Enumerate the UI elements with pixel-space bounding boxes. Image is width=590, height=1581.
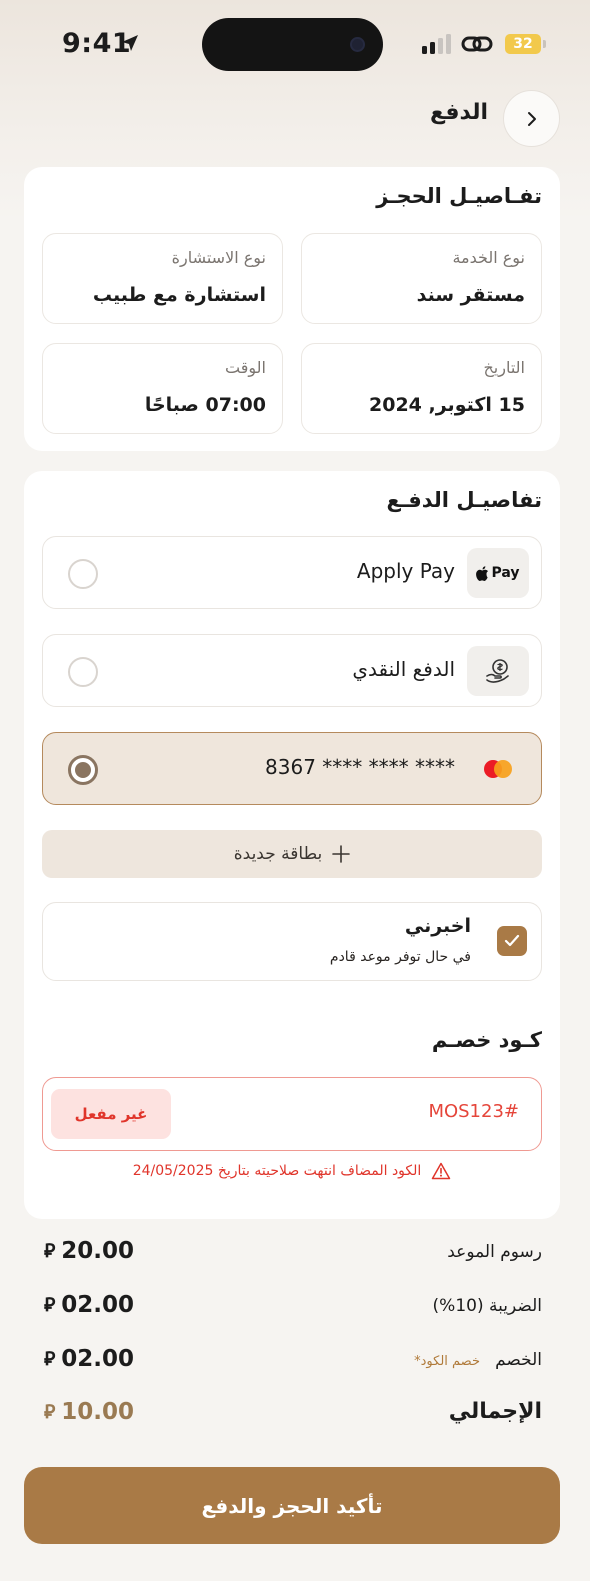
radio-unselected[interactable] (68, 657, 98, 687)
total-amount: 10.00 (61, 1399, 135, 1425)
payment-details-title: تفاصيـل الدفـع (386, 488, 542, 512)
total-value: ⃁ 10.00 (44, 1399, 134, 1425)
checkmark-icon (504, 934, 520, 947)
payment-option-label: Apply Pay (356, 559, 455, 583)
apple-pay-badge-text: Pay (491, 565, 520, 581)
promo-error-text: الكود المضاف انتهت صلاحيته بتاريخ 24/05/… (132, 1163, 422, 1179)
status-bar: 9:41 32 (0, 0, 590, 90)
payment-option-card[interactable]: 8367 **** **** **** (42, 732, 542, 805)
total-label: الإجمالي (448, 1399, 542, 1424)
appointment-fee-value: ⃁ 20.00 (44, 1238, 134, 1264)
radio-selected[interactable] (68, 755, 98, 785)
cellular-signal-icon (422, 34, 451, 54)
apple-logo-icon (476, 565, 489, 581)
riyal-icon: ⃁ (44, 1240, 56, 1262)
date-value: 15 اكتوبر, 2024 (369, 394, 525, 416)
battery-icon: 32 (505, 34, 546, 54)
promo-status-badge: غير مفعل (51, 1089, 171, 1139)
add-new-card-label: بطاقة جديدة (233, 844, 323, 864)
discount-note: خصم الكود* (414, 1354, 480, 1369)
apple-pay-icon: Pay (467, 548, 529, 598)
confirm-booking-payment-button[interactable]: تأكيد الحجز والدفع (24, 1467, 560, 1544)
service-type-label: نوع الخدمة (452, 248, 525, 267)
discount-label: الخصم (495, 1350, 542, 1370)
mastercard-logo-icon (484, 760, 512, 778)
notify-me-option[interactable]: اخبرني في حال توفر موعد قادم (42, 902, 542, 981)
chevron-right-icon (527, 111, 536, 126)
discount-row: الخصم خصم الكود* ⃁ 02.00 (44, 1346, 542, 1380)
discount-value: ⃁ 02.00 (44, 1346, 134, 1372)
booking-details-card: تفـاصيـل الحجـز نوع الخدمة مستقر سند نوع… (24, 167, 560, 451)
payment-details-card: تفاصيـل الدفـع Pay Apply Pay الدفع النقد… (24, 471, 560, 1219)
notify-checkbox[interactable] (497, 926, 527, 956)
promo-code-field[interactable]: MOS123# غير مفعل (42, 1077, 542, 1151)
date-label: التاريخ (483, 358, 525, 377)
consultation-type-box: نوع الاستشارة استشارة مع طبيب (42, 233, 283, 324)
service-type-box: نوع الخدمة مستقر سند (301, 233, 542, 324)
payment-option-cash[interactable]: الدفع النقدي (42, 634, 542, 707)
location-arrow-icon (122, 35, 138, 51)
cash-hand-icon (486, 659, 509, 683)
tax-label: الضريبة (10%) (432, 1296, 542, 1316)
appointment-fee-row: رسوم الموعد ⃁ 20.00 (44, 1238, 542, 1272)
appointment-fee-label: رسوم الموعد (447, 1242, 542, 1262)
tax-value: ⃁ 02.00 (44, 1292, 134, 1318)
time-label: الوقت (225, 358, 266, 377)
cash-icon (467, 646, 529, 696)
appointment-fee-amount: 20.00 (61, 1238, 135, 1264)
riyal-icon: ⃁ (44, 1401, 56, 1423)
radio-unselected[interactable] (68, 559, 98, 589)
promo-code-value[interactable]: MOS123# (428, 1101, 519, 1122)
dynamic-island (202, 18, 383, 71)
booking-details-title: تفـاصيـل الحجـز (376, 184, 542, 208)
discount-amount: 02.00 (61, 1346, 135, 1372)
card-number-label: 8367 **** **** **** (265, 755, 455, 779)
link-icon (461, 36, 493, 52)
plus-icon (332, 845, 351, 863)
total-row: الإجمالي ⃁ 10.00 (44, 1399, 542, 1433)
consultation-type-label: نوع الاستشارة (171, 248, 266, 267)
add-new-card-button[interactable]: بطاقة جديدة (42, 830, 542, 878)
date-box: التاريخ 15 اكتوبر, 2024 (301, 343, 542, 434)
warning-icon (432, 1162, 451, 1180)
payment-option-apple-pay[interactable]: Pay Apply Pay (42, 536, 542, 609)
promo-error-message: الكود المضاف انتهت صلاحيته بتاريخ 24/05/… (24, 1162, 560, 1180)
tax-amount: 02.00 (61, 1292, 135, 1318)
time-box: الوقت 07:00 صباحًا (42, 343, 283, 434)
promo-code-title: كـود خصـم (431, 1028, 542, 1052)
service-type-value: مستقر سند (416, 284, 525, 306)
consultation-type-value: استشارة مع طبيب (92, 284, 266, 306)
mastercard-icon (467, 744, 529, 794)
payment-option-label: الدفع النقدي (352, 657, 455, 681)
back-button[interactable] (503, 90, 560, 147)
riyal-icon: ⃁ (44, 1294, 56, 1316)
riyal-icon: ⃁ (44, 1348, 56, 1370)
time-value: 07:00 صباحًا (144, 394, 266, 416)
battery-level: 32 (513, 36, 533, 52)
notify-title: اخبرني (404, 915, 471, 937)
camera-icon (350, 37, 365, 52)
notify-subtitle: في حال توفر موعد قادم (329, 949, 471, 965)
tax-row: الضريبة (10%) ⃁ 02.00 (44, 1292, 542, 1326)
page-title: الدفع (430, 100, 488, 125)
